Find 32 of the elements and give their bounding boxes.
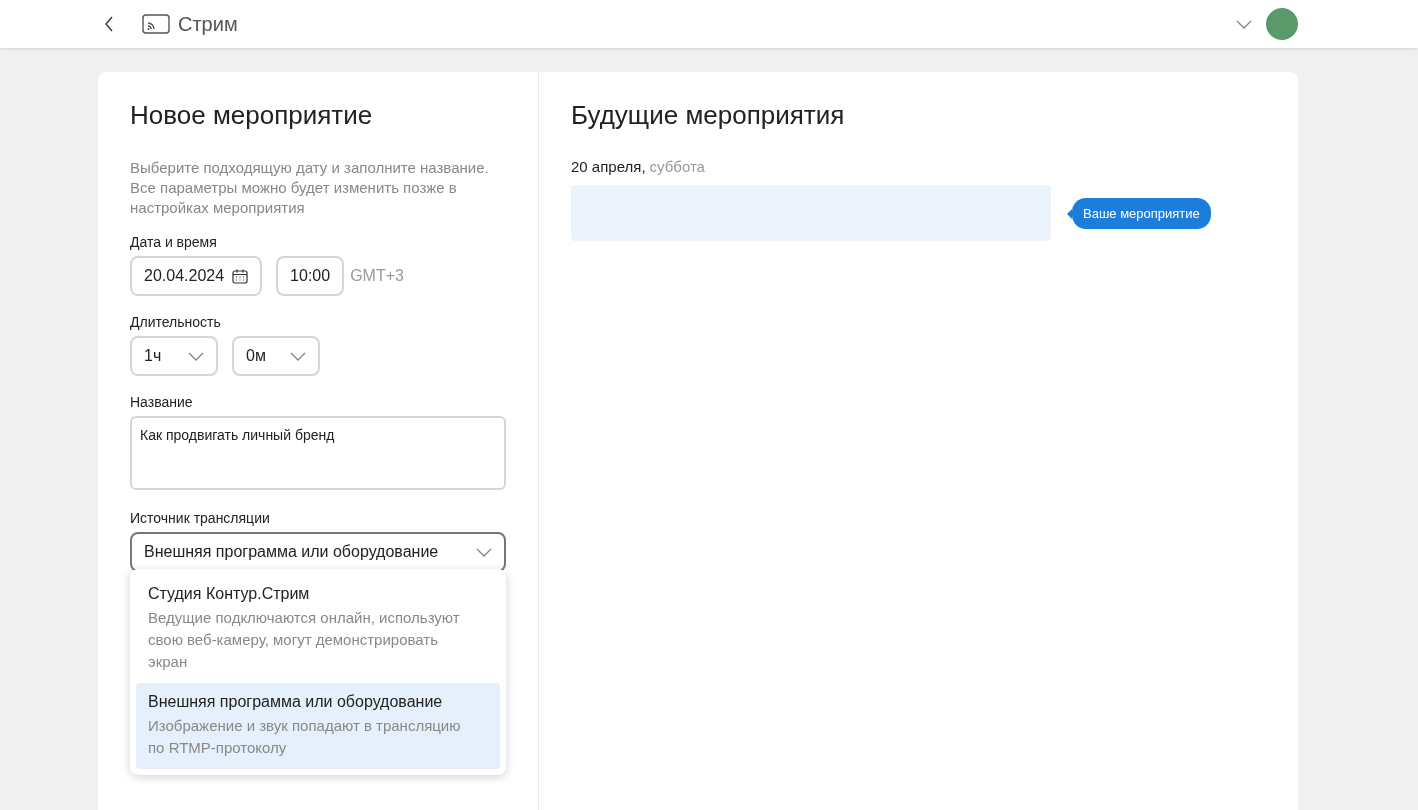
cast-icon <box>142 14 170 34</box>
page-title: Стрим <box>178 12 238 36</box>
minutes-select[interactable]: 0м <box>232 336 320 376</box>
field-label: Источник трансляции <box>130 510 271 526</box>
user-avatar[interactable] <box>1266 8 1298 40</box>
chevron-down-icon <box>290 351 306 361</box>
source-select[interactable]: Внешняя программа или оборудование <box>130 532 506 572</box>
time-field[interactable]: 10:00 <box>276 256 345 296</box>
hours-select[interactable]: 1ч <box>130 336 218 376</box>
timezone-label: GMT+3 <box>350 267 404 285</box>
dropdown-option[interactable]: Внешняя программа или оборудование Изображение и звук попадают в трансляцию по RTMP-протоколу <box>136 683 500 769</box>
option-description: Ведущие подключаются онлайн, используют свою веб-камеру, могут демонстрировать экран <box>148 608 461 672</box>
chevron-down-icon <box>476 547 492 557</box>
description-text: Выберите подходящую дату и заполните название. Все параметры можно будет изменить позже в настройках мероприятия <box>130 158 490 218</box>
chevron-left-icon <box>104 16 114 32</box>
date-field[interactable]: 20.04.2024 <box>130 256 263 296</box>
option-title: Внешняя программа или оборудование <box>148 693 444 711</box>
section-title: Будущие мероприятия <box>571 99 846 132</box>
field-label: Дата и время <box>130 234 218 250</box>
calendar-icon <box>232 268 249 284</box>
field-label: Длительность <box>130 314 222 330</box>
dropdown-option[interactable]: Студия Контур.Стрим Ведущие подключаются онлайн, используют свою веб-камеру, могут демонстрировать экран <box>136 575 500 683</box>
option-title: Студия Контур.Стрим <box>148 585 311 603</box>
section-title: Новое мероприятие <box>130 99 374 132</box>
event-date: 20 апреля, <box>571 158 646 175</box>
name-input-field[interactable]: Как продвигать личный бренд <box>130 416 506 490</box>
event-tooltip: Ваше мероприятие <box>1067 197 1211 229</box>
option-description: Изображение и звук попадают в трансляцию по RTMP-протоколу <box>148 716 462 758</box>
field-label: Название <box>130 394 194 410</box>
chevron-down-icon <box>1236 19 1252 29</box>
chevron-down-icon <box>188 351 204 361</box>
event-weekday: суббота <box>649 158 705 175</box>
